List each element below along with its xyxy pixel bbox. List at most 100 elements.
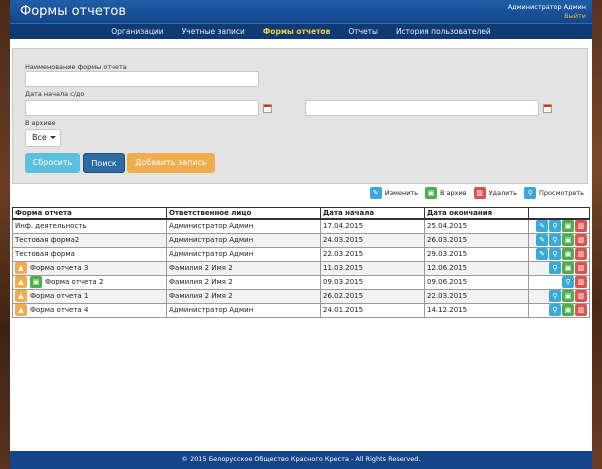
pencil-icon: ✎ (369, 187, 382, 199)
floppy-icon[interactable]: ▣ (562, 290, 574, 302)
nav-accounts[interactable]: Учетные записи (182, 27, 245, 36)
cell-actions: ✎ ⚲ ▣ ▥ (528, 232, 590, 248)
col-form[interactable]: Форма отчета (12, 207, 167, 220)
nav-reports[interactable]: Отчеты (348, 27, 378, 36)
archive-select[interactable]: Все (25, 129, 61, 147)
calendar-icon[interactable] (263, 104, 272, 113)
magnifier-icon: ⚲ (524, 187, 537, 199)
legend-edit: Изменить (384, 189, 419, 197)
search-button[interactable]: Поиск (83, 153, 125, 173)
page-title: Формы отчетов (20, 4, 126, 19)
trash-icon: ▥ (473, 187, 486, 199)
pencil-icon[interactable]: ✎ (536, 234, 548, 246)
cell-actions: ⚲ ▣ ▥ (528, 302, 590, 318)
cell-end-date: 14.12.2015 (424, 302, 529, 318)
form-name: Форма отчета 4 (30, 306, 89, 314)
pencil-icon[interactable]: ✎ (536, 248, 548, 260)
trash-icon[interactable]: ▥ (575, 304, 587, 316)
form-name-input[interactable] (25, 71, 259, 87)
table-row[interactable]: Инф. деятельность Администратор Админ 17.0… (12, 218, 590, 234)
cell-end-date: 26.03.2015 (424, 232, 529, 248)
date-to-input[interactable] (305, 100, 539, 116)
add-record-button[interactable]: Добавить запись (127, 153, 215, 173)
magnifier-icon[interactable]: ⚲ (562, 276, 574, 288)
cell-actions: ⚲ ▣ ▥ (528, 288, 590, 304)
cell-person: Администратор Админ (166, 232, 321, 248)
floppy-icon[interactable]: ▣ (562, 248, 574, 260)
table-row[interactable]: ▲ ▣ Форма отчета 2 Фамилия 2 Имя 2 09.03.201… (12, 274, 590, 290)
chevron-down-icon (49, 136, 56, 139)
cell-form-name: ▲ Форма отчета 1 (12, 288, 167, 304)
top-bar: Формы отчетов Администратор Админ Выйти (10, 0, 592, 23)
date-from-input[interactable] (25, 100, 259, 116)
trash-icon[interactable]: ▥ (575, 248, 587, 260)
floppy-icon[interactable]: ▣ (562, 304, 574, 316)
col-start[interactable]: Дата начала (320, 207, 425, 220)
form-name-wrap: Инф. деятельность (15, 222, 164, 230)
floppy-icon[interactable]: ▣ (562, 234, 574, 246)
main-nav: Организации Учетные записи Формы отчетов… (10, 23, 592, 39)
lock-icon: ▲ (15, 276, 27, 288)
magnifier-icon[interactable]: ⚲ (549, 248, 561, 260)
lock-icon: ▲ (15, 304, 27, 316)
nav-user-history[interactable]: История пользователей (396, 27, 491, 36)
col-person[interactable]: Ответственное лицо (166, 207, 321, 220)
cell-start-date: 24.01.2015 (320, 302, 425, 318)
cell-start-date: 24.03.2015 (320, 232, 425, 248)
trash-icon[interactable]: ▥ (575, 290, 587, 302)
legend-view: Просмотреть (539, 189, 584, 197)
form-name-wrap: ▲ ▣ Форма отчета 2 (15, 276, 164, 288)
form-name-wrap: ▲ Форма отчета 1 (15, 290, 164, 302)
reset-button[interactable]: Сбросить (25, 153, 80, 173)
form-name: Форма отчета 3 (30, 264, 89, 272)
action-legend: ✎ Изменить ▣ В архив ▥ Удалить ⚲ Просмот… (369, 187, 588, 199)
logout-link[interactable]: Выйти (508, 12, 586, 21)
form-name-wrap: ▲ Форма отчета 3 (15, 262, 164, 274)
table-row[interactable]: ▲ Форма отчета 3 Фамилия 2 Имя 2 11.03.2015… (12, 260, 590, 276)
calendar-icon[interactable] (543, 104, 552, 113)
archive-label: В архиве (25, 119, 56, 127)
form-name: Инф. деятельность (15, 222, 87, 231)
cell-actions: ✎ ⚲ ▣ ▥ (528, 246, 590, 262)
magnifier-icon[interactable]: ⚲ (549, 262, 561, 274)
cell-person: Администратор Админ (166, 246, 321, 262)
magnifier-icon[interactable]: ⚲ (549, 304, 561, 316)
background-right (592, 0, 602, 469)
trash-icon[interactable]: ▥ (575, 276, 587, 288)
footer: © 2015 Белорусское Общество Красного Кре… (10, 451, 592, 469)
cell-person: Администратор Админ (166, 302, 321, 318)
form-name: Форма отчета 1 (30, 292, 89, 300)
floppy-icon: ▣ (425, 187, 438, 199)
legend-delete: Удалить (488, 189, 518, 197)
magnifier-icon[interactable]: ⚲ (549, 290, 561, 302)
table-row[interactable]: Тестовая форма Администратор Админ 22.03.2… (12, 246, 590, 262)
table-row[interactable]: ▲ Форма отчета 4 Администратор Админ 24.01.… (12, 302, 590, 318)
cell-start-date: 17.04.2015 (320, 218, 425, 234)
cell-form-name: Тестовая форма2 (12, 232, 167, 248)
filter-panel: Наименование формы отчета Дата начала с/… (12, 48, 588, 184)
archive-select-value: Все (32, 133, 47, 142)
nav-organizations[interactable]: Организации (111, 27, 163, 36)
legend-archive: В архив (440, 189, 467, 197)
user-name[interactable]: Администратор Админ (508, 3, 586, 12)
nav-report-forms[interactable]: Формы отчетов (263, 27, 330, 36)
floppy-icon[interactable]: ▣ (562, 262, 574, 274)
cell-end-date: 29.03.2015 (424, 246, 529, 262)
pencil-icon[interactable]: ✎ (536, 220, 548, 233)
magnifier-icon[interactable]: ⚲ (549, 234, 561, 246)
col-end[interactable]: Дата окончания (424, 207, 529, 220)
table-row[interactable]: Тестовая форма2 Администратор Админ 24.03.… (12, 232, 590, 248)
magnifier-icon[interactable]: ⚲ (549, 220, 561, 233)
form-name-wrap: Тестовая форма2 (15, 236, 164, 244)
form-name: Тестовая форма (15, 250, 75, 258)
trash-icon[interactable]: ▥ (575, 220, 587, 233)
cell-form-name: ▲ ▣ Форма отчета 2 (12, 274, 167, 290)
cell-form-name: Тестовая форма (12, 246, 167, 262)
cell-start-date: 11.03.2015 (320, 260, 425, 276)
floppy-icon[interactable]: ▣ (562, 220, 574, 233)
cell-end-date: 22.03.2015 (424, 288, 529, 304)
table-row[interactable]: ▲ Форма отчета 1 Фамилия 2 Имя 2 26.02.2015… (12, 288, 590, 304)
trash-icon[interactable]: ▥ (575, 234, 587, 246)
cell-actions: ✎ ⚲ ▣ ▥ (528, 218, 590, 234)
trash-icon[interactable]: ▥ (575, 262, 587, 274)
